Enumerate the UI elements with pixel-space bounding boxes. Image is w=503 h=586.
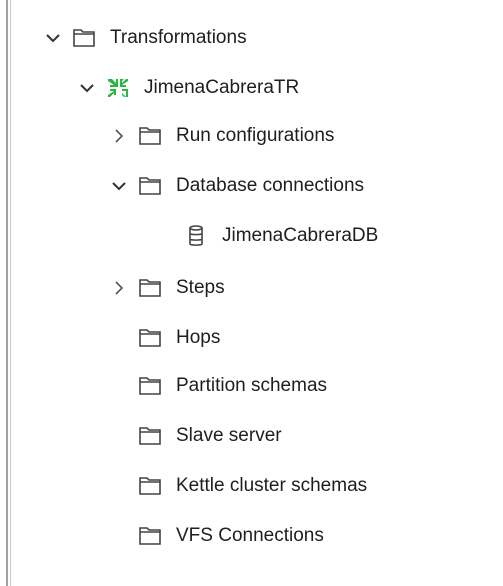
tree-item-database-connections[interactable]: Database connections	[110, 166, 364, 206]
tree-item-label: Hops	[176, 327, 221, 348]
tree-item-label: Steps	[176, 277, 225, 298]
explorer-panel: Transformations JimenaCabreraTR Run conf…	[0, 0, 503, 586]
chevron-right-icon[interactable]	[110, 279, 128, 297]
chevron-down-icon[interactable]	[110, 177, 128, 195]
tree-item-transformations[interactable]: Transformations	[44, 18, 247, 58]
tree-item-label: JimenaCabreraTR	[144, 77, 300, 98]
folder-icon	[138, 174, 162, 198]
chevron-down-icon[interactable]	[78, 79, 96, 97]
database-icon	[184, 224, 208, 248]
tree-item-hops[interactable]: Hops	[110, 318, 220, 358]
tree-item-steps[interactable]: Steps	[110, 268, 225, 308]
tree-item-jimena-transformation[interactable]: JimenaCabreraTR	[78, 68, 299, 108]
folder-icon	[138, 424, 162, 448]
folder-icon	[138, 524, 162, 548]
tree-item-label: Transformations	[110, 27, 247, 48]
folder-icon	[138, 374, 162, 398]
tree-item-label: Database connections	[176, 175, 365, 196]
tree-item-label: Run configurations	[176, 125, 335, 146]
transformation-icon	[106, 76, 130, 100]
tree-item-slave-server[interactable]: Slave server	[110, 416, 282, 456]
tree-item-partition-schemas[interactable]: Partition schemas	[110, 366, 327, 406]
chevron-down-icon[interactable]	[44, 29, 62, 47]
tree-item-run-configurations[interactable]: Run configurations	[110, 116, 334, 156]
tree-item-vfs-connections[interactable]: VFS Connections	[110, 516, 324, 556]
tree-item-label: Slave server	[176, 425, 282, 446]
tree-item-kettle-cluster-schemas[interactable]: Kettle cluster schemas	[110, 466, 367, 506]
chevron-right-icon[interactable]	[110, 127, 128, 145]
folder-icon	[72, 26, 96, 50]
tree-view: Transformations JimenaCabreraTR Run conf…	[0, 0, 503, 586]
tree-item-label: VFS Connections	[176, 525, 324, 546]
folder-icon	[138, 276, 162, 300]
tree-item-jimena-database[interactable]: JimenaCabreraDB	[156, 216, 378, 256]
folder-icon	[138, 474, 162, 498]
tree-item-label: Partition schemas	[176, 375, 328, 396]
tree-item-label: Kettle cluster schemas	[176, 475, 368, 496]
tree-item-label: JimenaCabreraDB	[222, 225, 379, 246]
folder-icon	[138, 124, 162, 148]
folder-icon	[138, 326, 162, 350]
